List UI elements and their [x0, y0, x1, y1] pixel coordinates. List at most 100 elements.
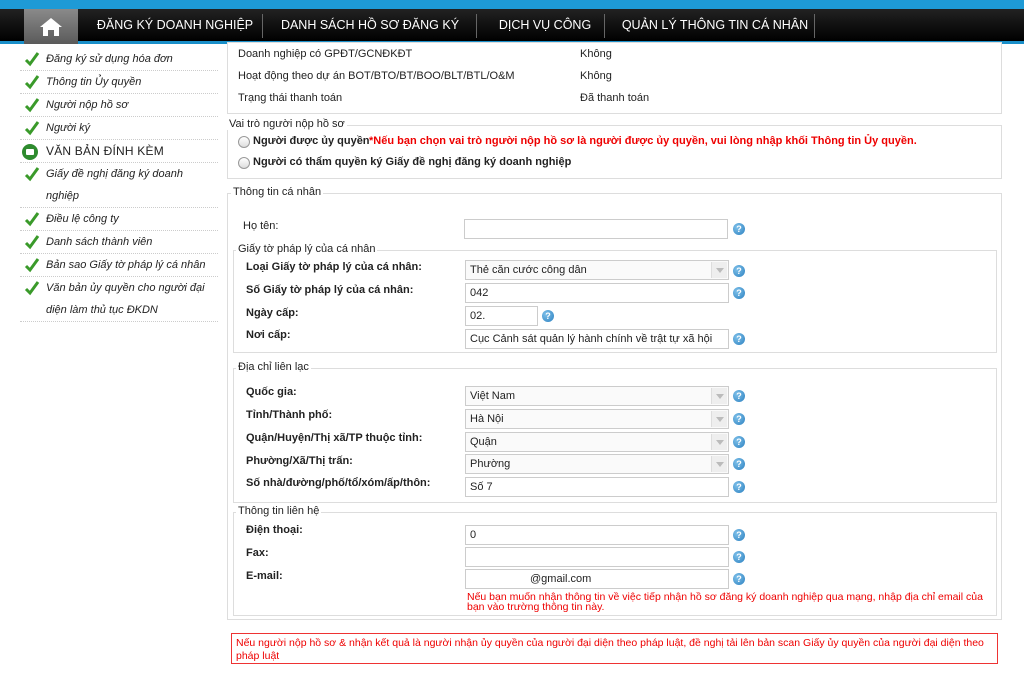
- sidebar-item-submitter[interactable]: Người nộp hồ sơ: [20, 94, 218, 117]
- issue-date-input[interactable]: 02.: [465, 306, 538, 326]
- sidebar-item-member-list[interactable]: Danh sách thành viên: [20, 231, 218, 254]
- chevron-down-icon: [711, 411, 727, 427]
- sidebar-item-label: Thông tin Ủy quyền: [46, 76, 142, 88]
- district-label: Quận/Huyện/Thị xã/TP thuộc tỉnh:: [246, 432, 423, 444]
- chevron-down-icon: [711, 456, 727, 472]
- id-number-input[interactable]: 042: [465, 283, 729, 303]
- sidebar-item-label: Danh sách thành viên: [46, 236, 153, 248]
- country-select[interactable]: Việt Nam: [465, 386, 729, 406]
- issue-place-input[interactable]: Cục Cảnh sát quản lý hành chính về trật …: [465, 329, 729, 349]
- check-icon: [24, 281, 40, 296]
- phone-label: Điện thoại:: [246, 524, 303, 536]
- help-icon[interactable]: ?: [733, 551, 745, 563]
- help-icon[interactable]: ?: [733, 287, 745, 299]
- sidebar-item-label: Người ký: [46, 122, 91, 134]
- check-icon: [24, 258, 40, 273]
- help-icon[interactable]: ?: [733, 529, 745, 541]
- summary-label: Hoạt động theo dự án BOT/BTO/BT/BOO/BLT/…: [238, 70, 515, 82]
- street-input[interactable]: Số 7: [465, 477, 729, 497]
- sidebar-item-label: Văn bản ủy quyền cho người đại diện làm …: [46, 282, 205, 316]
- help-icon[interactable]: ?: [733, 333, 745, 345]
- check-icon: [24, 167, 40, 182]
- nav-separator: [476, 14, 477, 38]
- role-panel: [227, 125, 1002, 179]
- sidebar-item-id-copy[interactable]: Bản sao Giấy tờ pháp lý cá nhân: [20, 254, 218, 277]
- top-nav-bar: ĐĂNG KÝ DOANH NGHIỆP DANH SÁCH HỒ SƠ ĐĂN…: [0, 0, 1024, 44]
- sidebar-item-label: Đăng ký sử dụng hóa đơn: [46, 53, 173, 65]
- check-icon: [24, 52, 40, 67]
- email-label: E-mail:: [246, 570, 283, 582]
- nav-business-registration[interactable]: ĐĂNG KÝ DOANH NGHIỆP: [92, 9, 258, 44]
- role-note: *Nếu bạn chọn vai trò người nộp hồ sơ là…: [369, 135, 917, 147]
- sidebar-item-authorization[interactable]: Thông tin Ủy quyền: [20, 71, 218, 94]
- email-input[interactable]: @gmail.com: [465, 569, 729, 589]
- sidebar-item-signer[interactable]: Người ký: [20, 117, 218, 140]
- radio-label: Người có thẩm quyền ký Giấy đề nghị đăng…: [253, 156, 572, 168]
- role-legend: Vai trò người nộp hồ sơ: [227, 118, 347, 130]
- sidebar-section-title: VĂN BẢN ĐÍNH KÈM: [46, 144, 164, 158]
- issue-date-label: Ngày cấp:: [246, 307, 299, 319]
- province-label: Tỉnh/Thành phố:: [246, 409, 333, 421]
- district-select[interactable]: Quận: [465, 432, 729, 452]
- attachment-icon: [22, 144, 38, 160]
- sidebar-item-invoice[interactable]: Đăng ký sử dụng hóa đơn: [20, 48, 218, 71]
- check-icon: [24, 235, 40, 250]
- phone-input[interactable]: 0: [465, 525, 729, 545]
- ward-select[interactable]: Phường: [465, 454, 729, 474]
- help-icon[interactable]: ?: [733, 481, 745, 493]
- check-icon: [24, 212, 40, 227]
- home-button[interactable]: [24, 9, 78, 44]
- sidebar: Đăng ký sử dụng hóa đơn Thông tin Ủy quy…: [20, 48, 218, 322]
- chevron-down-icon: [711, 434, 727, 450]
- help-icon[interactable]: ?: [733, 573, 745, 585]
- country-label: Quốc gia:: [246, 386, 297, 398]
- nav-separator: [604, 14, 605, 38]
- sidebar-section-attachments: VĂN BẢN ĐÍNH KÈM: [20, 140, 218, 163]
- address-legend: Địa chỉ liên lạc: [236, 361, 311, 373]
- radio-signing-authority[interactable]: [238, 157, 250, 169]
- sidebar-item-label: Bản sao Giấy tờ pháp lý cá nhân: [46, 259, 206, 271]
- ward-label: Phường/Xã/Thị trấn:: [246, 455, 353, 467]
- fax-input[interactable]: [465, 547, 729, 567]
- personal-legend: Thông tin cá nhân: [231, 186, 324, 198]
- nav-separator: [814, 14, 815, 38]
- province-select[interactable]: Hà Nội: [465, 409, 729, 429]
- nav-personal-info[interactable]: QUẢN LÝ THÔNG TIN CÁ NHÂN: [620, 9, 810, 44]
- street-label: Số nhà/đường/phố/tổ/xóm/ấp/thôn:: [246, 477, 431, 489]
- sidebar-item-power-of-attorney[interactable]: Văn bản ủy quyền cho người đại diện làm …: [20, 277, 218, 322]
- help-icon[interactable]: ?: [733, 390, 745, 402]
- select-value: Hà Nội: [470, 413, 504, 425]
- chevron-down-icon: [711, 262, 727, 278]
- full-name-input[interactable]: [464, 219, 728, 239]
- name-label: Họ tên:: [243, 220, 279, 232]
- sidebar-item-label: Người nộp hồ sơ: [46, 99, 129, 111]
- email-note: Nếu bạn muốn nhận thông tin về việc tiếp…: [467, 591, 983, 613]
- help-icon[interactable]: ?: [733, 458, 745, 470]
- check-icon: [24, 121, 40, 136]
- nav-separator: [262, 14, 263, 38]
- id-type-select[interactable]: Thẻ căn cước công dân: [465, 260, 729, 280]
- check-icon: [24, 98, 40, 113]
- summary-value: Đã thanh toán: [580, 92, 650, 104]
- radio-authorized-person[interactable]: [238, 136, 250, 148]
- upload-warning: Nếu người nộp hồ sơ & nhận kết quả là ng…: [231, 633, 998, 664]
- nav-public-services[interactable]: DỊCH VỤ CÔNG: [490, 9, 600, 44]
- summary-value: Không: [580, 70, 612, 82]
- summary-label: Doanh nghiệp có GPĐT/GCNĐKĐT: [238, 48, 413, 60]
- help-icon[interactable]: ?: [733, 265, 745, 277]
- sidebar-item-application-form[interactable]: Giấy đề nghị đăng ký doanh nghiệp: [20, 163, 218, 208]
- summary-value: Không: [580, 48, 612, 60]
- sidebar-item-charter[interactable]: Điều lệ công ty: [20, 208, 218, 231]
- help-icon[interactable]: ?: [733, 436, 745, 448]
- help-icon[interactable]: ?: [733, 223, 745, 235]
- radio-label: Người được ủy quyền: [253, 135, 370, 147]
- nav-application-list[interactable]: DANH SÁCH HỒ SƠ ĐĂNG KÝ: [278, 9, 462, 44]
- contact-legend: Thông tin liên hệ: [236, 505, 322, 517]
- legal-legend: Giấy tờ pháp lý của cá nhân: [236, 243, 378, 255]
- help-icon[interactable]: ?: [542, 310, 554, 322]
- help-icon[interactable]: ?: [733, 413, 745, 425]
- id-number-label: Số Giấy tờ pháp lý của cá nhân:: [246, 284, 414, 296]
- select-value: Việt Nam: [470, 390, 516, 402]
- select-value: Phường: [470, 458, 511, 470]
- chevron-down-icon: [711, 388, 727, 404]
